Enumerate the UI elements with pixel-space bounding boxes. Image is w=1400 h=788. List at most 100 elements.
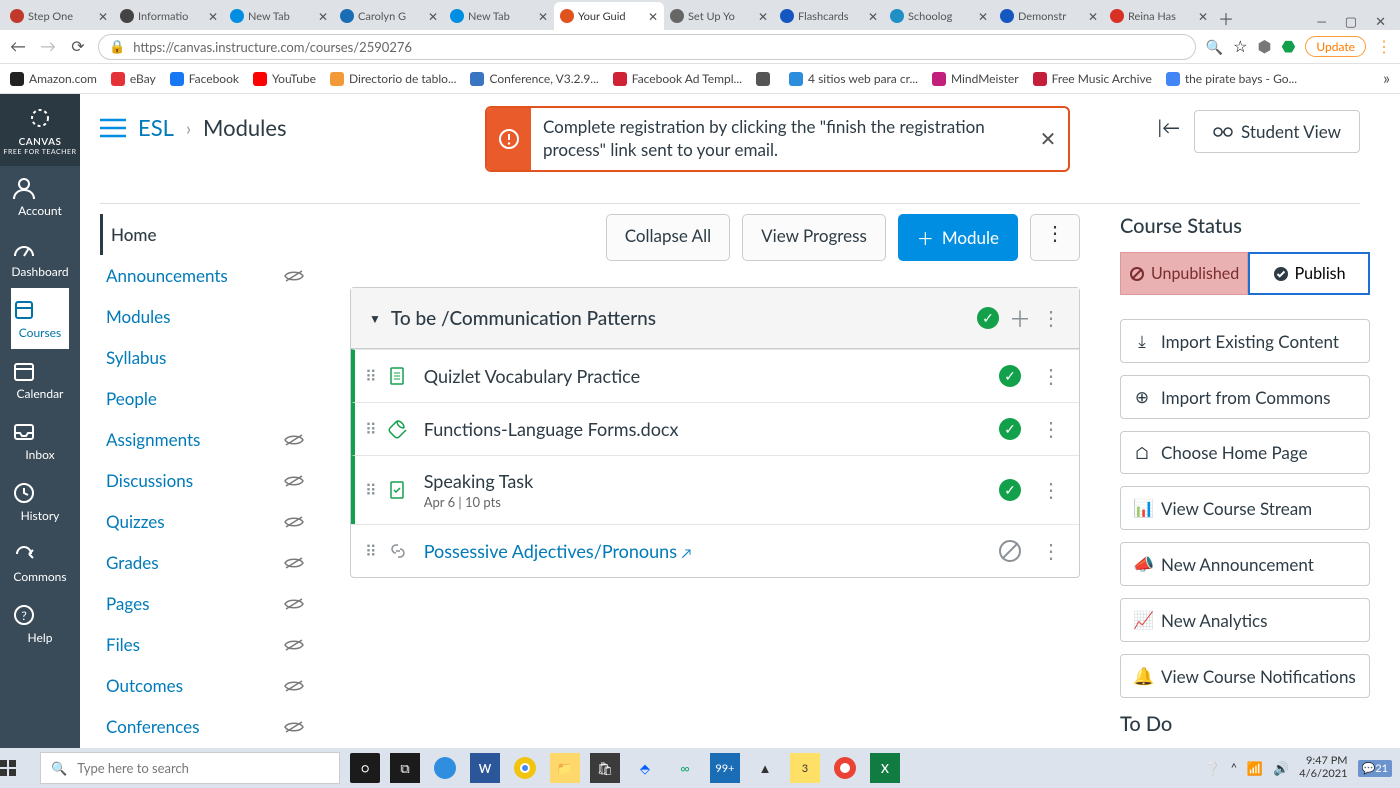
module-item-title[interactable]: Speaking Task [424,470,985,492]
course-nav-people[interactable]: People [100,378,310,419]
drag-handle-icon[interactable]: ⠿ [365,420,374,439]
published-icon[interactable]: ✓ [999,365,1021,387]
drag-handle-icon[interactable]: ⠿ [365,542,374,561]
global-nav-commons[interactable]: Commons [11,532,68,593]
browser-tab[interactable]: Reina Has✕ [1104,2,1214,30]
module-item-kebab[interactable]: ⋮ [1041,417,1061,441]
nav-forward[interactable]: → [38,37,58,56]
course-action-view-course-notifications[interactable]: 🔔View Course Notifications [1120,654,1370,698]
close-tab-icon[interactable]: ✕ [758,9,768,24]
global-nav-calendar[interactable]: Calendar [11,349,68,410]
alert-close-button[interactable]: ✕ [1028,127,1068,151]
task-view-icon[interactable]: ⧉ [390,753,420,783]
nav-back[interactable]: ← [8,37,28,56]
global-nav-help[interactable]: ?Help [11,593,68,654]
course-nav-toggle[interactable] [100,118,126,138]
help-tray-icon[interactable]: ❔ [1205,760,1221,777]
tray-chevron-up-icon[interactable]: ˄ [1231,760,1237,776]
taskbar-clock[interactable]: 9:47 PM 4/6/2021 [1299,755,1347,780]
close-tab-icon[interactable]: ✕ [868,9,878,24]
course-nav-outcomes[interactable]: Outcomes [100,665,310,706]
cortana-icon[interactable]: ○ [350,753,380,783]
module-item-kebab[interactable]: ⋮ [1041,539,1061,563]
global-nav-history[interactable]: History [11,471,68,532]
bookmark-item[interactable]: YouTube [253,71,316,86]
publish-button[interactable]: Publish [1248,252,1370,295]
add-module-button[interactable]: ＋ Module [898,214,1018,261]
course-action-choose-home-page[interactable]: ⌂Choose Home Page [1120,431,1370,474]
course-nav-pages[interactable]: Pages [100,583,310,624]
unpublished-icon[interactable] [999,540,1021,562]
course-action-import-existing-content[interactable]: ⤓Import Existing Content [1120,319,1370,363]
collapse-arrow-icon[interactable]: |← [1157,116,1180,138]
student-view-button[interactable]: Student View [1194,110,1360,153]
close-tab-icon[interactable]: ✕ [1198,9,1208,24]
module-add-item[interactable]: ＋ [1009,302,1031,334]
module-item-kebab[interactable]: ⋮ [1041,364,1061,388]
bookmark-item[interactable]: Conference, V3.2.9... [470,71,598,86]
course-nav-conferences[interactable]: Conferences [100,706,310,747]
close-tab-icon[interactable]: ✕ [428,9,438,24]
module-published-icon[interactable]: ✓ [977,307,999,329]
close-tab-icon[interactable]: ✕ [318,9,328,24]
module-item-kebab[interactable]: ⋮ [1041,478,1061,502]
course-action-view-course-stream[interactable]: 📊View Course Stream [1120,486,1370,530]
browser-menu[interactable]: ⋮ [1376,37,1392,56]
notifications-button[interactable]: 💬21 [1358,760,1392,777]
bookmark-item[interactable]: MindMeister [932,71,1019,86]
sticky-notes-icon[interactable]: 3 [790,753,820,783]
bookmark-item[interactable]: the pirate bays - Go... [1166,71,1297,86]
view-progress-button[interactable]: View Progress [742,214,886,261]
url-input[interactable]: 🔒 https://canvas.instructure.com/courses… [98,34,1196,60]
course-nav-modules[interactable]: Modules [100,296,310,337]
bookmark-item[interactable]: Free Music Archive [1033,71,1152,86]
window-minimize[interactable]: — [1316,13,1326,30]
new-tab-button[interactable]: ＋ [1214,6,1238,30]
module-item-title[interactable]: Quizlet Vocabulary Practice [424,365,985,387]
bookmark-item[interactable] [756,72,775,86]
bookmark-item[interactable]: eBay [111,71,156,86]
nav-reload[interactable]: ⟳ [68,37,88,56]
bookmark-item[interactable]: 4 sitios web para cr... [789,71,918,86]
bookmark-item[interactable]: Facebook [170,71,239,86]
edge-app-icon[interactable] [430,753,460,783]
file-explorer-icon[interactable]: 📁 [550,753,580,783]
drive-app-icon[interactable]: ▲ [750,753,780,783]
window-maximize[interactable]: ▢ [1345,13,1357,30]
global-nav-courses[interactable]: Courses [11,288,68,349]
browser-tab[interactable]: Schoolog✕ [884,2,994,30]
browser-tab[interactable]: Demonstr✕ [994,2,1104,30]
bookmark-item[interactable]: Facebook Ad Templ... [613,71,742,86]
browser-tab[interactable]: Informatio✕ [114,2,224,30]
course-nav-grades[interactable]: Grades [100,542,310,583]
collapse-all-button[interactable]: Collapse All [606,214,730,261]
browser-update-button[interactable]: Update [1305,36,1366,57]
modules-kebab-menu[interactable]: ⋮ [1030,214,1080,261]
browser-tab[interactable]: Carolyn G✕ [334,2,444,30]
mail-app-icon[interactable]: 99+ [710,753,740,783]
extension-icon-2[interactable]: ⬣ [1281,37,1295,56]
store-icon[interactable]: 🛍 [590,753,620,783]
drag-handle-icon[interactable]: ⠿ [365,367,374,386]
drag-handle-icon[interactable]: ⠿ [365,481,374,500]
module-collapse-toggle[interactable]: ▼ [369,311,381,326]
excel-app-icon[interactable]: X [870,753,900,783]
window-close[interactable]: ✕ [1375,13,1386,30]
global-nav-inbox[interactable]: Inbox [11,410,68,471]
wifi-icon[interactable]: 📶 [1247,760,1263,777]
chrome-app-icon[interactable] [510,753,540,783]
close-tab-icon[interactable]: ✕ [538,9,548,24]
zoom-icon[interactable]: 🔍 [1206,38,1223,56]
browser-tab[interactable]: Set Up Yo✕ [664,2,774,30]
browser-tab[interactable]: New Tab✕ [444,2,554,30]
browser-tab[interactable]: Your Guid✕ [554,2,664,30]
module-kebab-menu[interactable]: ⋮ [1041,306,1061,330]
volume-icon[interactable]: 🔊 [1273,760,1289,777]
global-nav-account[interactable]: Account [11,166,68,227]
course-nav-discussions[interactable]: Discussions [100,460,310,501]
close-tab-icon[interactable]: ✕ [1088,9,1098,24]
course-nav-assignments[interactable]: Assignments [100,419,310,460]
unpublished-button[interactable]: Unpublished [1120,252,1248,295]
module-item-title[interactable]: Functions-Language Forms.docx [424,418,985,440]
bookmark-star-icon[interactable]: ☆ [1233,37,1247,56]
